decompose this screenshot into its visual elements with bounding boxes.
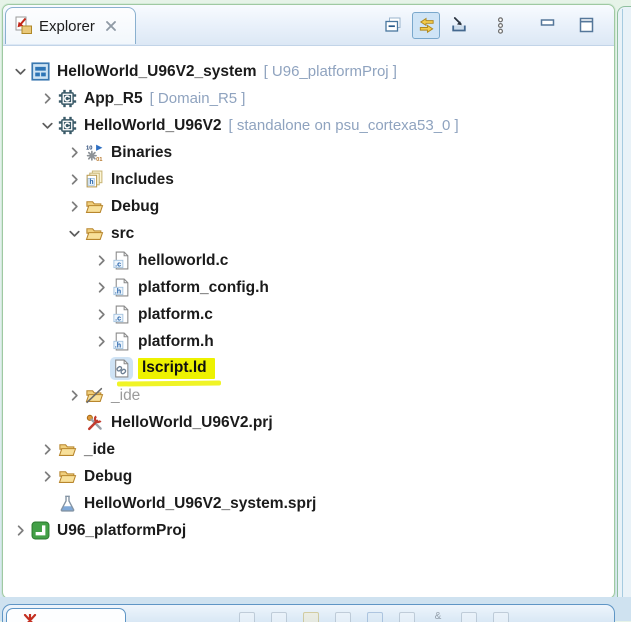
folder-open-icon xyxy=(58,467,77,486)
tree-item-label: App_R5 xyxy=(84,89,143,107)
tree-item-label: HelloWorld_U96V2 xyxy=(84,116,222,134)
tree-item-helloworld-prj[interactable]: HelloWorld_U96V2.prj xyxy=(9,409,610,436)
tree-item-platform-config-h[interactable]: platform_config.h xyxy=(9,274,610,301)
adjacent-panel-edge xyxy=(617,6,631,600)
chevron-right-icon[interactable] xyxy=(92,333,110,351)
chevron-right-icon[interactable] xyxy=(92,306,110,324)
tree-item-label: Debug xyxy=(84,467,133,485)
lower-panel-tab[interactable] xyxy=(6,608,126,622)
project-suffix: [ standalone on psu_cortexa53_0 ] xyxy=(228,117,459,134)
collapse-all-icon xyxy=(384,16,403,35)
application-project-icon xyxy=(58,89,77,108)
maximize-icon xyxy=(577,16,596,35)
linker-script-file-icon xyxy=(112,359,131,378)
chevron-right-icon[interactable] xyxy=(38,90,56,108)
chevron-right-icon[interactable] xyxy=(65,144,83,162)
focus-button[interactable] xyxy=(447,13,471,37)
c-file-icon xyxy=(112,251,131,270)
explorer-header: Explorer xyxy=(3,5,614,46)
tree-item-debug-outer[interactable]: Debug xyxy=(9,463,610,490)
tree-item-label: platform.h xyxy=(138,332,214,350)
tree-item-label: _ide xyxy=(111,386,141,404)
view-menu-button[interactable] xyxy=(488,13,512,37)
chevron-right-icon[interactable] xyxy=(65,171,83,189)
tree-item-ide-inner[interactable]: _ide xyxy=(9,382,610,409)
system-project-icon xyxy=(31,62,50,81)
chevron-down-icon[interactable] xyxy=(11,63,29,81)
chevron-down-icon[interactable] xyxy=(38,117,56,135)
tab-explorer[interactable]: Explorer xyxy=(5,7,136,44)
tree-item-src[interactable]: src xyxy=(9,220,610,247)
platform-project-icon xyxy=(31,521,50,540)
tree-item-app-r5[interactable]: App_R5 [ Domain_R5 ] xyxy=(9,85,610,112)
chevron-right-icon[interactable] xyxy=(38,441,56,459)
h-file-icon xyxy=(112,278,131,297)
chevron-right-icon[interactable] xyxy=(65,198,83,216)
focus-icon xyxy=(450,16,469,35)
project-suffix: [ U96_platformProj ] xyxy=(263,63,397,80)
maximize-button[interactable] xyxy=(574,13,598,37)
tree-item-binaries[interactable]: Binaries xyxy=(9,139,610,166)
tree-item-system-project[interactable]: HelloWorld_U96V2_system [ U96_platformPr… xyxy=(9,58,610,85)
tree-item-label: Binaries xyxy=(111,143,173,161)
minimize-button[interactable] xyxy=(535,13,559,37)
tree-item-ide-outer[interactable]: _ide xyxy=(9,436,610,463)
project-tools-icon xyxy=(85,413,104,432)
tree-item-label: _ide xyxy=(84,440,116,458)
minimize-icon xyxy=(538,16,557,35)
tree-item-label: platform_config.h xyxy=(138,278,269,296)
binaries-icon xyxy=(85,143,104,162)
tree-item-platform-h[interactable]: platform.h xyxy=(9,328,610,355)
collapse-all-button[interactable] xyxy=(381,13,405,37)
folder-open-icon xyxy=(58,440,77,459)
tree-item-platform-proj[interactable]: U96_platformProj xyxy=(9,517,610,544)
chevron-right-icon[interactable] xyxy=(65,387,83,405)
folder-open-icon xyxy=(85,224,104,243)
link-with-editor-icon xyxy=(417,16,436,35)
tree-item-includes[interactable]: Includes xyxy=(9,166,610,193)
includes-icon xyxy=(85,170,104,189)
chevron-down-icon[interactable] xyxy=(65,225,83,243)
view-menu-icon xyxy=(491,16,510,35)
tree-item-label: HelloWorld_U96V2_system.sprj xyxy=(84,494,317,512)
chevron-right-icon[interactable] xyxy=(92,279,110,297)
tree-item-label: HelloWorld_U96V2_system xyxy=(57,62,257,80)
tree-item-label: helloworld.c xyxy=(138,251,229,269)
tree-item-helloworld-u96v2[interactable]: HelloWorld_U96V2 [ standalone on psu_cor… xyxy=(9,112,610,139)
tree-item-debug[interactable]: Debug xyxy=(9,193,610,220)
h-file-icon xyxy=(112,332,131,351)
tree-item-label: U96_platformProj xyxy=(57,521,187,539)
tree-item-label: HelloWorld_U96V2.prj xyxy=(111,413,273,431)
chevron-right-icon[interactable] xyxy=(38,468,56,486)
tree-item-system-sprj[interactable]: HelloWorld_U96V2_system.sprj xyxy=(9,490,610,517)
folder-open-icon xyxy=(85,197,104,216)
application-project-icon xyxy=(58,116,77,135)
tree-item-label: src xyxy=(111,224,135,242)
tab-label: Explorer xyxy=(39,17,95,35)
tree-item-label: platform.c xyxy=(138,305,213,323)
explorer-panel: Explorer HelloWorld_U96V2_system [ U96_p… xyxy=(2,4,615,599)
c-file-icon xyxy=(112,305,131,324)
tree-item-label: Includes xyxy=(111,170,174,188)
chevron-right-icon[interactable] xyxy=(92,252,110,270)
folder-excluded-icon xyxy=(85,386,104,405)
tree-item-lscript-ld[interactable]: lscript.ld xyxy=(9,355,610,387)
view-toolbar xyxy=(381,11,598,39)
tree-item-label: Debug xyxy=(111,197,160,215)
tree-item-helloworld-c[interactable]: helloworld.c xyxy=(9,247,610,274)
explorer-view-icon xyxy=(14,16,34,36)
tree-item-platform-c[interactable]: platform.c xyxy=(9,301,610,328)
tree-item-label: lscript.ld xyxy=(138,358,215,379)
project-tree: HelloWorld_U96V2_system [ U96_platformPr… xyxy=(3,46,614,544)
link-with-editor-button[interactable] xyxy=(412,11,440,39)
project-suffix: [ Domain_R5 ] xyxy=(149,90,246,107)
close-icon[interactable] xyxy=(103,18,119,34)
lower-panel-partial: & xyxy=(2,604,615,622)
flask-icon xyxy=(58,494,77,513)
chevron-right-icon[interactable] xyxy=(11,522,29,540)
